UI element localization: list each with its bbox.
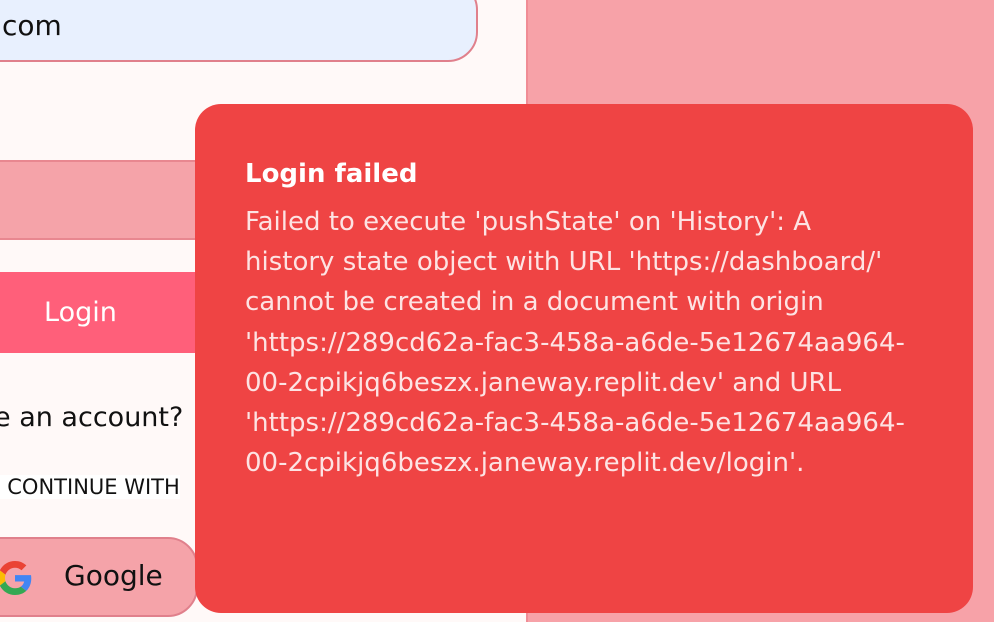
google-button-label: Google: [64, 559, 163, 592]
email-input[interactable]: com: [0, 0, 478, 62]
google-login-button[interactable]: Google: [0, 537, 198, 617]
toast-title: Login failed: [245, 159, 418, 189]
signup-prompt-text: e an account?: [0, 402, 184, 433]
error-toast[interactable]: Login failed Failed to execute 'pushStat…: [195, 104, 973, 613]
google-g-icon: [0, 561, 32, 595]
toast-message: Failed to execute 'pushState' on 'Histor…: [245, 207, 905, 479]
continue-with-divider: R CONTINUE WITH: [0, 475, 180, 499]
login-page: com Login e an account? R CONTINUE WITH …: [0, 0, 994, 622]
